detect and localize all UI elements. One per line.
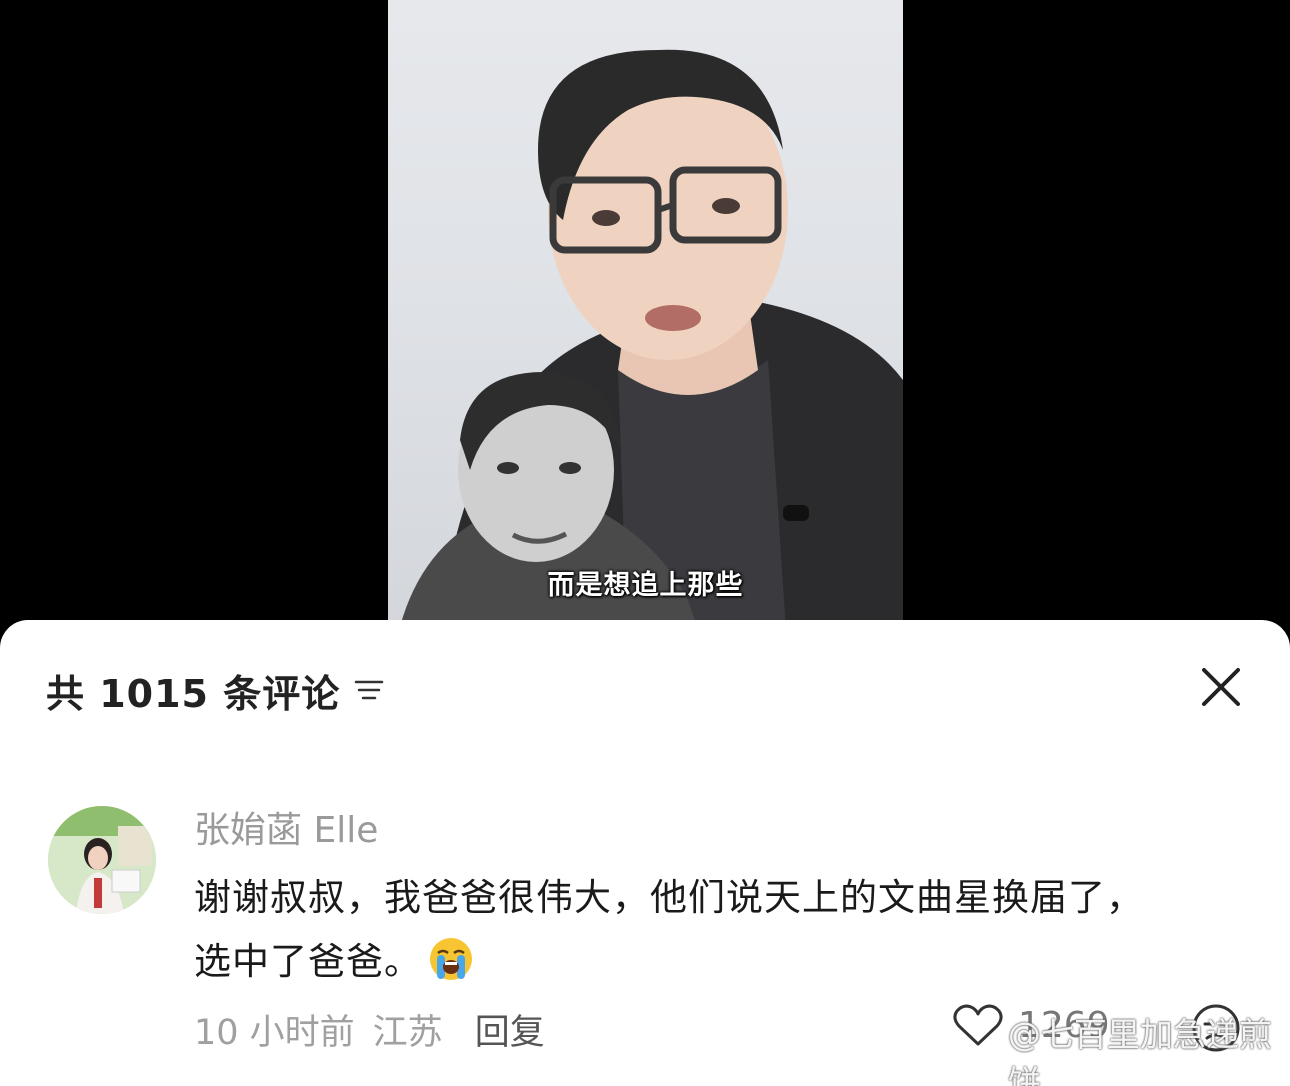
comment-location: 江苏 — [372, 1013, 443, 1053]
comment-text: 谢谢叔叔，我爸爸很伟大，他们说天上的文曲星换届了， 选中了爸爸。 — [194, 866, 1254, 994]
comment-time: 10 小时前 — [194, 1013, 355, 1053]
reply-button[interactable]: 回复 — [475, 1004, 545, 1055]
comments-header: 共 1015 条评论 — [46, 666, 384, 716]
comment-text-line-1: 谢谢叔叔，我爸爸很伟大，他们说天上的文曲星换届了， — [194, 876, 1144, 919]
video-subtitle: 而是想追上那些 — [547, 570, 744, 601]
avatar-image — [48, 806, 156, 914]
weibo-logo-icon — [960, 1042, 1000, 1073]
video-player[interactable]: 而是想追上那些 — [0, 0, 1290, 660]
watermark: @七百里加急递煎饼 — [960, 1015, 1290, 1086]
loudly-crying-face-emoji-icon — [430, 938, 472, 980]
comment-username[interactable]: 张姢菡 Elle — [194, 806, 1254, 856]
video-frame[interactable]: 而是想追上那些 — [388, 0, 903, 660]
comment-text-line-2-wrap: 选中了爸爸。 — [194, 930, 1254, 994]
comment-text-line-2: 选中了爸爸。 — [194, 940, 422, 983]
avatar[interactable] — [48, 806, 156, 914]
filter-lines-icon[interactable] — [354, 677, 384, 703]
close-icon[interactable] — [1198, 664, 1244, 710]
watermark-text: @七百里加急递煎饼 — [1007, 1015, 1272, 1086]
comment-count-title: 共 1015 条评论 — [46, 671, 341, 716]
video-still-image — [393, 49, 903, 660]
